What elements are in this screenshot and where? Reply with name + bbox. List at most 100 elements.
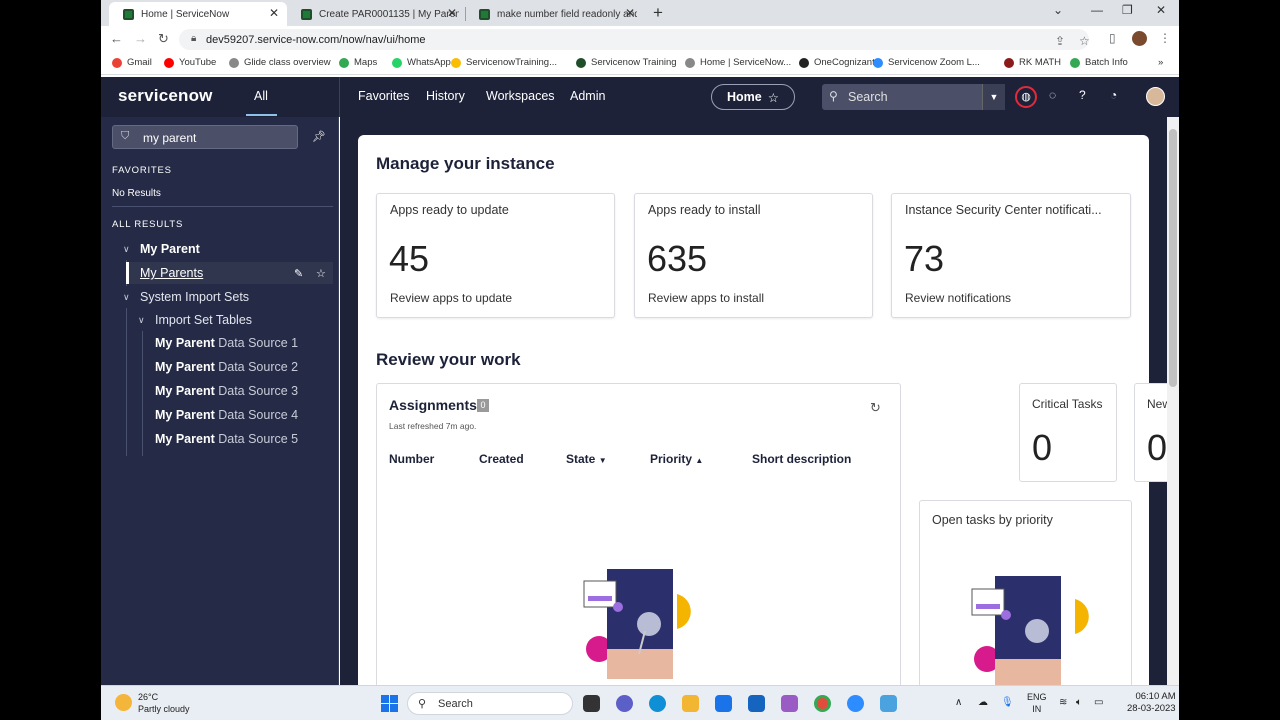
close-icon[interactable]: ✕ [269, 6, 279, 20]
stat-link[interactable]: Review apps to install [648, 291, 764, 305]
data-source-item[interactable]: My Parent Data Source 4 [155, 408, 298, 422]
wifi-icon[interactable]: ≋ [1059, 697, 1067, 708]
bell-icon[interactable]: ◔ [1110, 88, 1117, 102]
column-header-short-description[interactable]: Short description [752, 452, 851, 466]
task-view-icon[interactable] [583, 695, 600, 712]
bookmark-item[interactable]: YouTube [164, 57, 216, 68]
menu-kebab-icon[interactable]: ⋮ [1159, 31, 1171, 45]
critical-tasks-card[interactable]: Critical Tasks 0 [1019, 383, 1117, 482]
tab-make-number-readonly[interactable]: make number field readonly and ✕ [465, 2, 643, 26]
mail-icon[interactable] [748, 695, 765, 712]
stat-card-apps-update[interactable]: Apps ready to update 45 Review apps to u… [376, 193, 615, 318]
bookmark-item[interactable]: Servicenow Training [576, 57, 677, 68]
window-close-icon[interactable]: ✕ [1156, 3, 1166, 17]
column-header-state[interactable]: State ▼ [566, 452, 607, 466]
bookmark-item[interactable]: OneCognizant [799, 57, 875, 68]
url-field[interactable]: 🔒︎ dev59207.service-now.com/now/nav/ui/h… [179, 29, 1090, 50]
chevron-down-icon[interactable]: ∨ [123, 244, 130, 255]
battery-icon[interactable]: ▭ [1094, 697, 1103, 708]
stat-link[interactable]: Review apps to update [390, 291, 512, 305]
chrome-icon[interactable] [814, 695, 831, 712]
stat-card-security-center[interactable]: Instance Security Center notificati... 7… [891, 193, 1131, 318]
tab-create-par[interactable]: Create PAR0001135 | My Parent ✕ [287, 2, 465, 26]
history-menu[interactable]: History [426, 89, 465, 103]
weather-icon[interactable] [115, 694, 132, 711]
bookmark-item[interactable]: Batch Info [1070, 57, 1128, 68]
windows-start-icon[interactable] [381, 695, 398, 712]
global-search[interactable]: ⚲ Search ▼ [822, 84, 1005, 110]
globe-icon[interactable]: ◍ [1015, 86, 1037, 108]
edge-icon[interactable] [649, 695, 666, 712]
pin-icon[interactable]: 📌︎ [312, 130, 326, 143]
bookmark-item[interactable]: Gmail [112, 57, 152, 68]
chevron-down-icon[interactable]: ∨ [138, 315, 145, 326]
star-icon[interactable]: ☆ [316, 267, 326, 280]
app-my-parent[interactable]: My Parent [140, 242, 200, 256]
all-menu-button[interactable]: All [254, 89, 268, 103]
edit-icon[interactable]: ✎ [294, 267, 303, 280]
clock[interactable]: 06:10 AM 28-03-2023 [1127, 691, 1176, 715]
section-import-set-tables[interactable]: Import Set Tables [155, 313, 252, 327]
zoom-icon[interactable] [847, 695, 864, 712]
file-explorer-icon[interactable] [682, 695, 699, 712]
weather-widget[interactable]: 26°C Partly cloudy [138, 691, 190, 715]
more-bookmarks-icon[interactable]: » [1158, 57, 1163, 68]
bookmark-item[interactable]: RK MATH [1004, 57, 1061, 68]
volume-icon[interactable]: 🔈︎ [1076, 697, 1082, 708]
data-source-item[interactable]: My Parent Data Source 2 [155, 360, 298, 374]
servicenow-logo[interactable]: servicenow [118, 86, 213, 106]
bookmark-item[interactable]: Maps [339, 57, 377, 68]
new-tab-icon[interactable]: + [653, 3, 663, 23]
chevron-down-icon[interactable]: ▼ [982, 84, 1005, 110]
profile-avatar[interactable] [1132, 31, 1147, 46]
bookmark-item[interactable]: Servicenow Zoom L... [873, 57, 980, 68]
tab-search-icon[interactable]: ⌄ [1053, 3, 1063, 17]
snipping-tool-icon[interactable] [781, 695, 798, 712]
scroll-thumb[interactable] [1169, 129, 1177, 387]
data-source-item[interactable]: My Parent Data Source 1 [155, 336, 298, 350]
network-icon[interactable]: ☁ [978, 697, 988, 708]
user-avatar[interactable] [1146, 87, 1165, 106]
close-icon[interactable]: ✕ [447, 6, 457, 20]
share-icon[interactable]: ⇪ [1055, 34, 1065, 48]
data-source-item[interactable]: My Parent Data Source 5 [155, 432, 298, 446]
chat-icon[interactable]: ◌ [1049, 88, 1056, 102]
refresh-icon[interactable]: ↻ [870, 400, 881, 416]
module-my-parents[interactable]: My Parents [140, 266, 203, 280]
stat-card-apps-install[interactable]: Apps ready to install 635 Review apps to… [634, 193, 873, 318]
bookmark-star-icon[interactable]: ☆ [1079, 34, 1090, 48]
star-icon[interactable]: ☆ [768, 90, 779, 105]
notepad-icon[interactable] [880, 695, 897, 712]
column-header-priority[interactable]: Priority ▲ [650, 452, 703, 466]
workspaces-menu[interactable]: Workspaces [486, 89, 555, 103]
forward-icon[interactable]: → [134, 31, 147, 46]
reload-icon[interactable]: ↻ [158, 31, 169, 47]
language-indicator[interactable]: ENG IN [1027, 691, 1047, 715]
bookmark-item[interactable]: Home | ServiceNow... [685, 57, 791, 68]
page-scrollbar[interactable] [1167, 117, 1179, 685]
minimize-icon[interactable]: — [1091, 3, 1103, 17]
bookmark-item[interactable]: WhatsApp [392, 57, 451, 68]
chevron-up-icon[interactable]: ∧ [955, 697, 962, 708]
data-source-item[interactable]: My Parent Data Source 3 [155, 384, 298, 398]
teams-chat-icon[interactable] [616, 695, 633, 712]
stat-link[interactable]: Review notifications [905, 291, 1011, 305]
favorites-menu[interactable]: Favorites [358, 89, 409, 103]
column-header-number[interactable]: Number [389, 452, 434, 466]
filter-input[interactable]: ⛉ my parent [112, 125, 298, 149]
bookmark-item[interactable]: Glide class overview [229, 57, 331, 68]
admin-menu[interactable]: Admin [570, 89, 605, 103]
chevron-down-icon[interactable]: ∨ [123, 292, 130, 303]
side-panel-icon[interactable]: ▯ [1109, 31, 1116, 45]
help-icon[interactable]: ? [1079, 88, 1086, 102]
bookmark-item[interactable]: ServicenowTraining... [451, 57, 557, 68]
app-system-import-sets[interactable]: System Import Sets [140, 290, 249, 304]
restore-icon[interactable]: ❐ [1122, 3, 1133, 17]
column-header-created[interactable]: Created [479, 452, 524, 466]
microphone-icon[interactable]: 🎙︎ [1001, 697, 1014, 708]
back-icon[interactable]: ← [110, 31, 123, 46]
close-icon[interactable]: ✕ [625, 6, 635, 20]
store-icon[interactable] [715, 695, 732, 712]
tab-home-servicenow[interactable]: Home | ServiceNow ✕ [109, 2, 287, 26]
home-button[interactable]: Home ☆ [711, 84, 795, 110]
